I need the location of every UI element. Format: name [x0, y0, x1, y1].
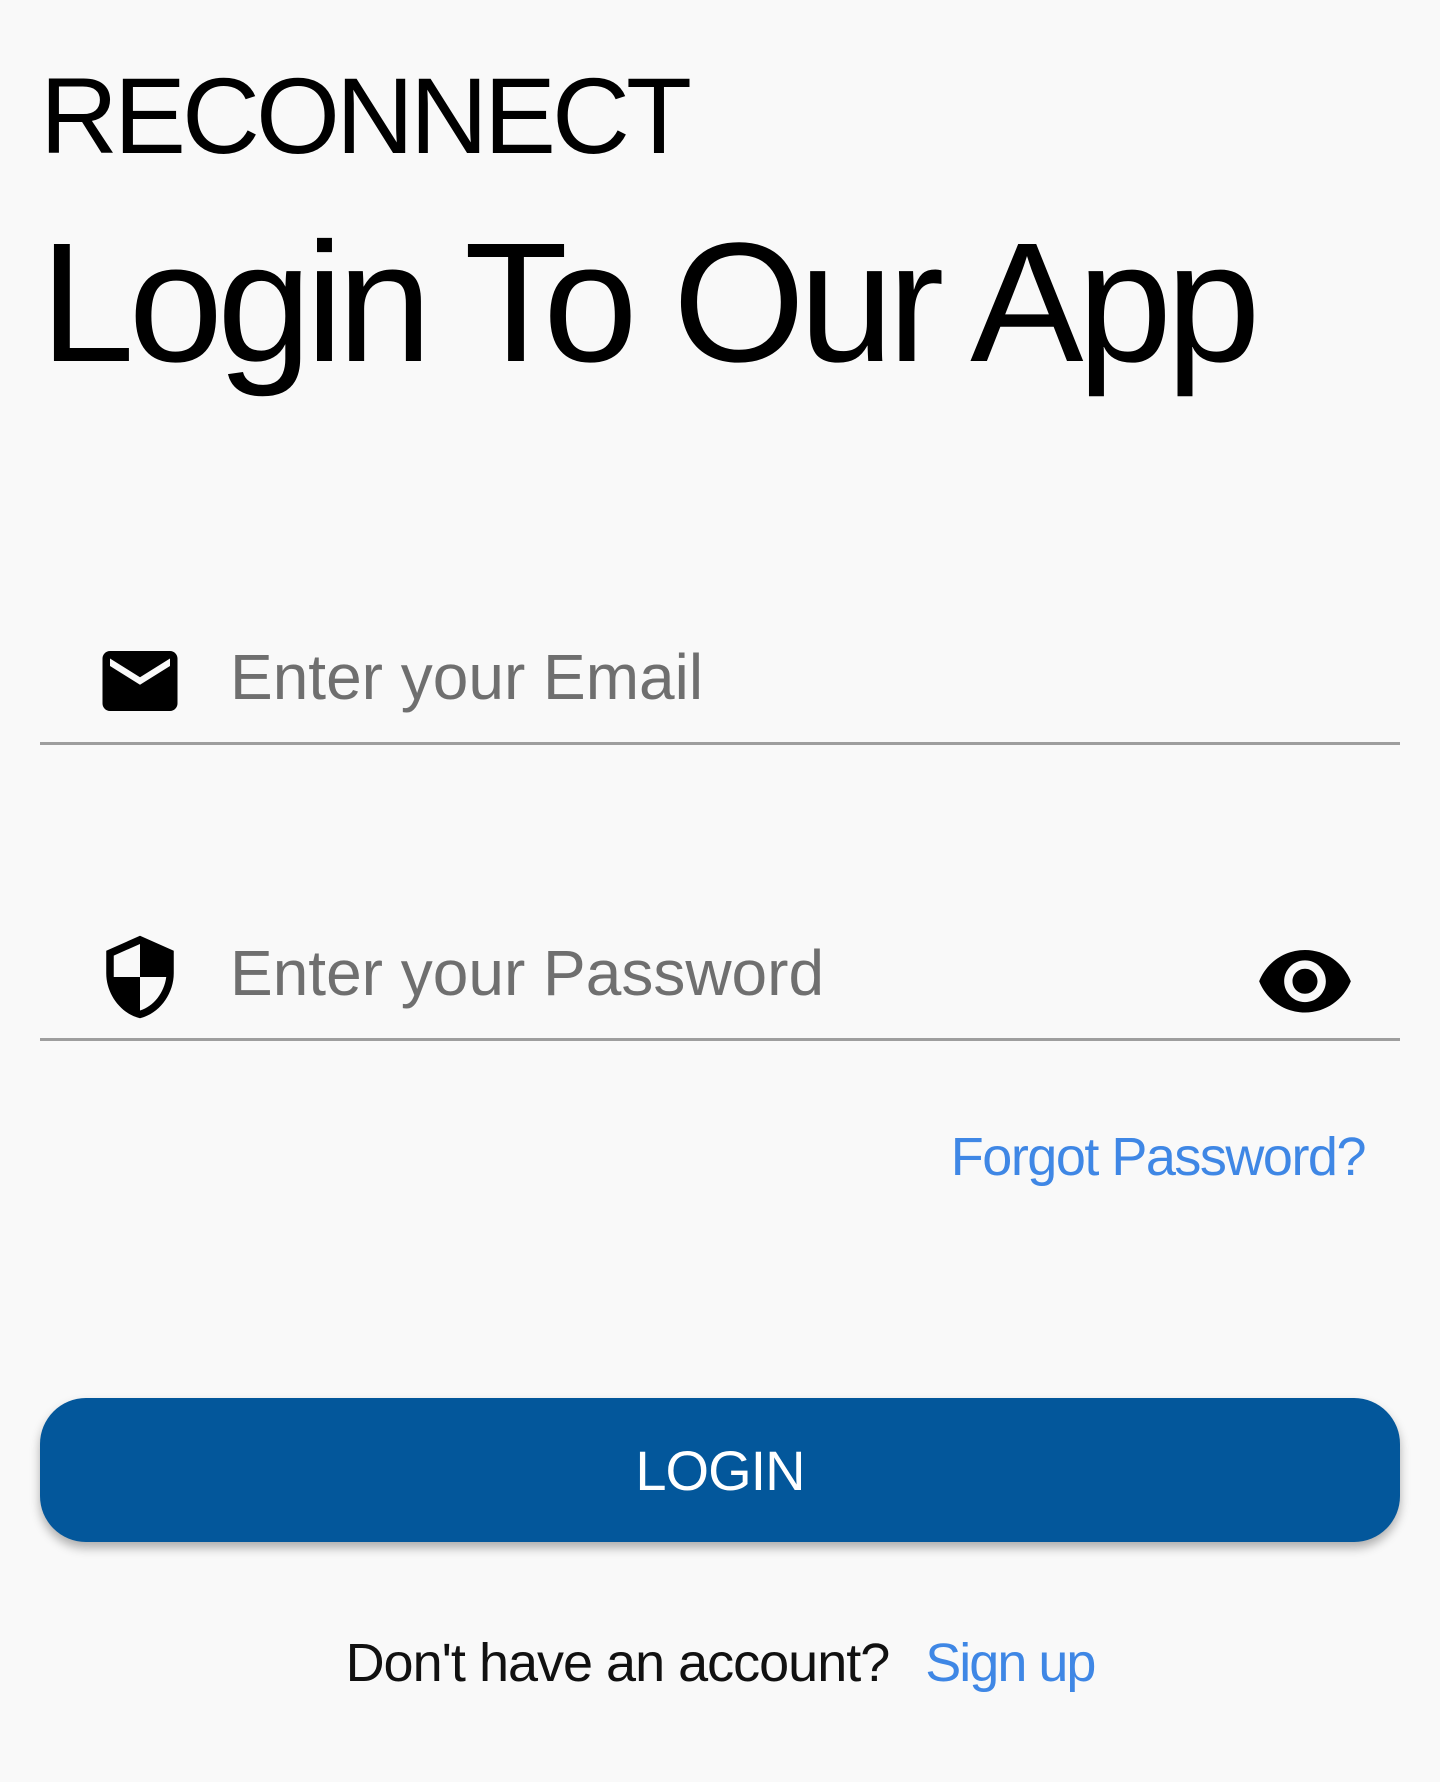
- signup-link[interactable]: Sign up: [925, 1633, 1096, 1693]
- eye-icon[interactable]: [1255, 930, 1355, 1020]
- shield-icon: [95, 932, 185, 1022]
- mail-icon: [95, 636, 185, 726]
- brand-name: RECONNECT: [40, 55, 692, 176]
- signup-prompt: Don't have an account?: [345, 1633, 891, 1693]
- password-field-container: [40, 888, 1400, 1041]
- page-title: Login To Our App: [40, 208, 1261, 398]
- email-field-container: [40, 592, 1400, 745]
- forgot-password-link[interactable]: Forgot Password?: [951, 1126, 1367, 1188]
- login-button[interactable]: LOGIN: [40, 1398, 1400, 1542]
- email-input[interactable]: [230, 632, 1230, 722]
- signup-row: Don't have an account? Sign up: [0, 1632, 1440, 1694]
- password-input[interactable]: [230, 928, 1230, 1018]
